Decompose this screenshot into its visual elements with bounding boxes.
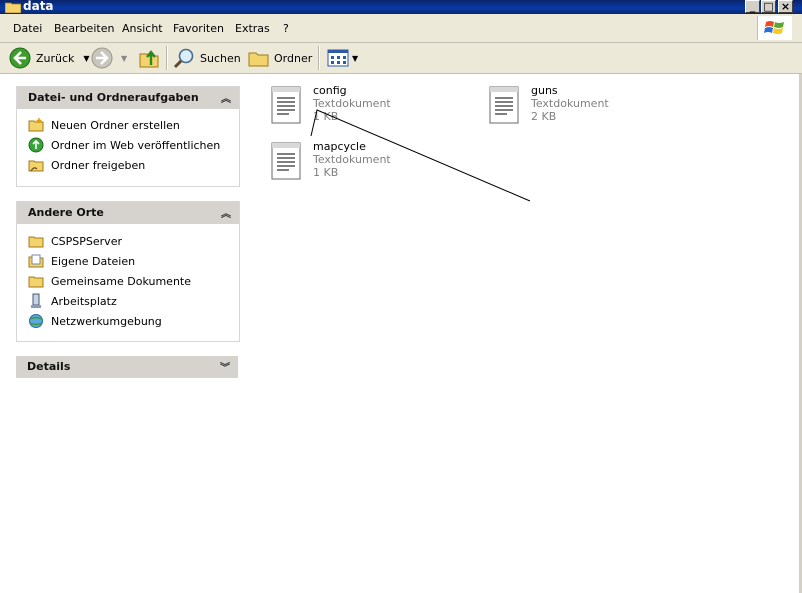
other-places-box: Andere Orte ︽ CSPSPServer Eigene Dateien…: [16, 201, 240, 342]
views-button[interactable]: ▼: [326, 46, 358, 70]
folders-icon: [248, 52, 269, 67]
back-label: Zurück: [36, 51, 75, 65]
text-document-icon: [271, 86, 301, 124]
menu-datei[interactable]: Datei: [13, 22, 42, 35]
file-name: config: [313, 84, 347, 97]
place-network[interactable]: Netzwerkumgebung: [17, 311, 239, 331]
menu-bearbeiten[interactable]: Bearbeiten: [54, 22, 114, 35]
toolbar: Zurück ▼ ▼ Suchen Ordner ▼: [0, 43, 802, 74]
search-button[interactable]: Suchen: [173, 46, 241, 70]
menu-help[interactable]: ?: [283, 22, 289, 35]
menu-ansicht[interactable]: Ansicht: [122, 22, 163, 35]
views-icon: [327, 49, 349, 67]
text-document-icon: [271, 142, 301, 180]
folder-icon: [28, 236, 44, 248]
collapse-icon[interactable]: ︽: [221, 205, 231, 220]
maximize-button[interactable]: □: [761, 0, 776, 13]
other-places-title: Andere Orte: [28, 206, 104, 219]
forward-dropdown-icon[interactable]: ▼: [121, 54, 127, 63]
collapse-icon[interactable]: ︽: [221, 90, 231, 105]
place-label: CSPSPServer: [51, 234, 122, 248]
search-icon: [173, 48, 194, 69]
forward-arrow-icon: [91, 47, 113, 69]
task-share-folder[interactable]: Ordner freigeben: [17, 155, 239, 175]
file-size: 1 KB: [313, 166, 339, 179]
file-folder-tasks-title: Datei- und Ordneraufgaben: [28, 91, 199, 104]
place-label: Eigene Dateien: [51, 254, 136, 268]
place-my-documents[interactable]: Eigene Dateien: [17, 251, 239, 271]
folders-button[interactable]: Ordner: [247, 46, 312, 70]
file-size: 1 KB: [313, 110, 339, 123]
file-type: Textdokument: [313, 97, 391, 110]
windows-flag-icon: [764, 21, 784, 34]
folder-up-icon: [139, 50, 159, 68]
forward-button[interactable]: ▼: [91, 46, 127, 70]
file-name: guns: [531, 84, 558, 97]
task-label: Neuen Ordner erstellen: [51, 118, 180, 132]
menu-bar: Datei Bearbeiten Ansicht Favoriten Extra…: [0, 14, 802, 43]
folder-icon: [5, 2, 21, 13]
search-label: Suchen: [200, 51, 241, 65]
place-label: Netzwerkumgebung: [51, 314, 162, 328]
minimize-button[interactable]: _: [745, 0, 760, 13]
close-button[interactable]: ×: [778, 0, 793, 13]
file-view: config Textdokument 1 KB guns Textdokume…: [255, 74, 799, 593]
task-label: Ordner im Web veröffentlichen: [51, 138, 221, 152]
file-item[interactable]: config Textdokument 1 KB: [269, 84, 479, 130]
task-label: Ordner freigeben: [51, 158, 146, 172]
back-arrow-icon: [9, 47, 31, 69]
my-computer-icon: [31, 293, 41, 308]
network-icon: [29, 314, 43, 328]
text-document-icon: [489, 86, 519, 124]
new-folder-icon: [28, 118, 44, 132]
details-box: Details ︾: [16, 356, 238, 378]
back-dropdown-icon[interactable]: ▼: [83, 54, 89, 63]
web-publish-icon: [28, 137, 44, 153]
expand-icon[interactable]: ︾: [220, 359, 230, 374]
share-folder-icon: [28, 160, 44, 172]
other-places-header[interactable]: Andere Orte ︽: [17, 202, 239, 224]
place-label: Arbeitsplatz: [51, 294, 117, 308]
file-folder-tasks-box: Datei- und Ordneraufgaben ︽ Neuen Ordner…: [16, 86, 240, 187]
views-dropdown-icon: ▼: [352, 53, 359, 63]
file-type: Textdokument: [313, 153, 391, 166]
menu-favoriten[interactable]: Favoriten: [173, 22, 224, 35]
folder-icon: [28, 276, 44, 288]
details-header[interactable]: Details ︾: [16, 356, 238, 378]
file-item[interactable]: mapcycle Textdokument 1 KB: [269, 140, 479, 186]
title-bar[interactable]: data _ □ ×: [0, 0, 802, 14]
file-size: 2 KB: [531, 110, 557, 123]
back-button[interactable]: Zurück ▼: [9, 46, 90, 70]
windows-logo: [757, 16, 792, 40]
toolbar-separator: [166, 46, 168, 70]
file-folder-tasks-header[interactable]: Datei- und Ordneraufgaben ︽: [17, 87, 239, 109]
task-new-folder[interactable]: Neuen Ordner erstellen: [17, 115, 239, 135]
window-title: data: [23, 0, 54, 13]
file-item[interactable]: guns Textdokument 2 KB: [487, 84, 697, 130]
place-label: Gemeinsame Dokumente: [51, 274, 191, 288]
details-title: Details: [27, 360, 71, 373]
folders-label: Ordner: [274, 51, 313, 65]
task-publish-web[interactable]: Ordner im Web veröffentlichen: [17, 135, 239, 155]
menu-extras[interactable]: Extras: [235, 22, 270, 35]
place-shared-documents[interactable]: Gemeinsame Dokumente: [17, 271, 239, 291]
file-name: mapcycle: [313, 140, 366, 153]
my-documents-icon: [28, 254, 44, 268]
up-button[interactable]: [138, 46, 160, 70]
file-type: Textdokument: [531, 97, 609, 110]
place-cspspserver[interactable]: CSPSPServer: [17, 231, 239, 251]
place-my-computer[interactable]: Arbeitsplatz: [17, 291, 239, 311]
toolbar-separator: [318, 46, 320, 70]
task-pane: Datei- und Ordneraufgaben ︽ Neuen Ordner…: [0, 74, 255, 593]
